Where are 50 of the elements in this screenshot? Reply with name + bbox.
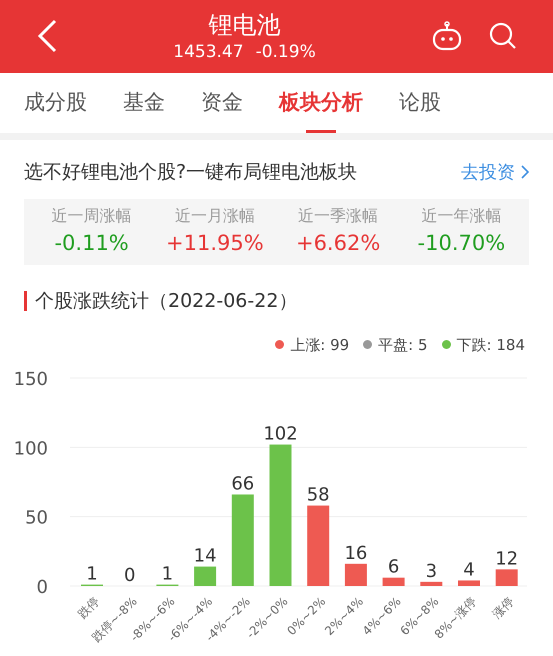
bar-value-label: 1	[162, 564, 174, 585]
tab[interactable]: 论股	[399, 72, 441, 133]
legend-label: 上涨: 99	[290, 334, 350, 356]
bar	[420, 582, 442, 586]
legend-label: 平盘: 5	[378, 334, 428, 356]
y-tick-label: 100	[14, 438, 48, 460]
return-label: 近一季涨幅	[298, 205, 378, 228]
tab[interactable]: 成分股	[24, 72, 87, 133]
bar	[496, 569, 518, 586]
bar	[194, 566, 216, 586]
bar	[344, 564, 367, 586]
y-tick-label: 0	[36, 577, 48, 598]
search-icon[interactable]	[489, 22, 517, 50]
x-axis-label: 涨停	[490, 594, 517, 622]
bar-value-label: 16	[344, 542, 368, 564]
x-axis-label: 跌停	[75, 594, 102, 622]
bar-value-label: 66	[231, 473, 254, 494]
return-value: -0.11%	[54, 230, 129, 258]
return-label: 近一月涨幅	[174, 205, 255, 228]
bar-value-label: 3	[426, 560, 438, 582]
bar-value-label: 1	[86, 564, 98, 585]
bar-value-label: 0	[124, 565, 136, 586]
bar-value-label: 12	[495, 548, 518, 570]
return-label: 近一年涨幅	[421, 205, 502, 228]
legend-label: 下跌: 184	[456, 334, 525, 356]
chevron-right-icon	[521, 165, 529, 180]
bar	[382, 578, 405, 586]
index-price: 1453.47	[173, 41, 244, 64]
return-value: -10.70%	[418, 230, 506, 258]
y-tick-label: 150	[14, 369, 48, 390]
bar	[458, 580, 480, 586]
robot-icon[interactable]	[431, 21, 463, 52]
index-change: -0.19%	[256, 41, 316, 64]
promo-text: 选不好锂电池个股?一键布局锂电池板块	[24, 160, 358, 186]
section-marker	[24, 291, 27, 312]
tab[interactable]: 板块分析	[279, 72, 363, 133]
back-icon[interactable]	[36, 19, 58, 54]
y-tick-label: 50	[25, 508, 48, 529]
section-title: 个股涨跌统计（2022-06-22）	[35, 289, 298, 314]
bar-value-label: 58	[306, 484, 330, 506]
bar-value-label: 102	[263, 424, 298, 445]
bar-value-label: 4	[463, 559, 475, 580]
page-title: 锂电池	[208, 10, 280, 42]
return-value: +6.62%	[296, 230, 380, 258]
bar-value-label: 14	[194, 546, 217, 567]
return-label: 近一周涨幅	[52, 205, 132, 228]
tab[interactable]: 资金	[201, 72, 243, 133]
return-value: +11.95%	[166, 230, 264, 258]
bar-value-label: 6	[388, 556, 400, 578]
tab[interactable]: 基金	[123, 72, 165, 133]
